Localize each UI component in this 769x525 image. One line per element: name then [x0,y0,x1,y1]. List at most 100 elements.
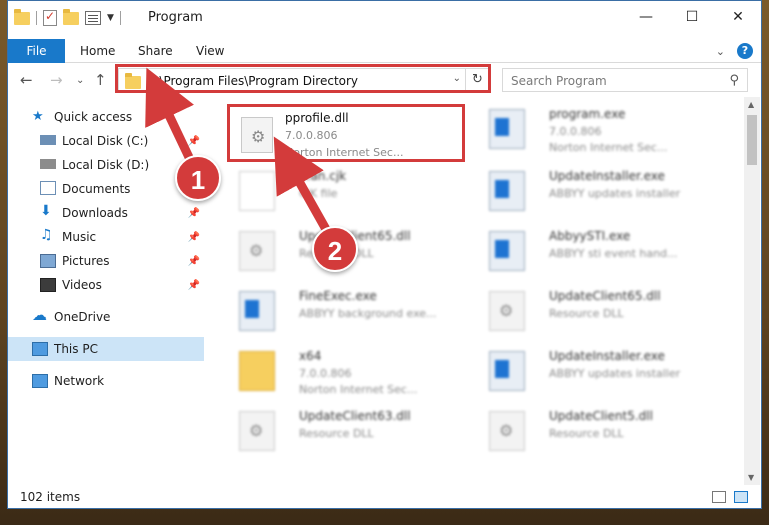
folder-icon [239,351,275,391]
tab-share[interactable]: Share [128,39,183,63]
sidebar-item-label: Local Disk (C:) [62,134,149,148]
dll-file-icon [489,411,525,451]
sidebar-item-label: Network [54,374,105,388]
sidebar-item-videos[interactable]: Videos 📌 [8,273,204,297]
forward-arrow-icon[interactable]: → [50,71,63,89]
sidebar-item-pictures[interactable]: Pictures 📌 [8,249,204,273]
tab-home[interactable]: Home [70,39,125,63]
file-name: FineExec.exe [299,289,377,303]
window-controls: — ☐ ✕ [623,1,761,33]
minimize-button[interactable]: — [623,1,669,33]
file-detail: ABBYY updates installer [549,187,681,200]
new-folder-icon[interactable] [63,8,79,25]
file-detail: Resource DLL [549,427,624,440]
sidebar-item-label: OneDrive [54,310,111,324]
file-detail: ABBYY updates installer [549,367,681,380]
help-icon[interactable]: ? [737,43,753,59]
search-input[interactable]: Search Program ⚲ [502,68,748,92]
qat-dropdown-icon[interactable]: ▼ [107,13,114,23]
documents-icon [40,181,56,195]
file-item[interactable]: UpdateInstaller.exe ABBYY updates instal… [483,345,723,395]
expand-ribbon-icon[interactable]: ⌄ [716,45,725,58]
quick-access-toolbar: ▼ [14,8,121,27]
file-item[interactable]: program.exe 7.0.0.806 Norton Internet Se… [483,103,723,154]
cloud-icon: ☁ [32,306,47,324]
file-name: x64 [299,349,322,363]
up-arrow-icon[interactable]: ↑ [94,71,107,89]
pin-icon[interactable]: 📌 [188,256,200,267]
search-icon[interactable]: ⚲ [729,73,739,88]
file-detail: Norton Internet Sec... [299,383,418,396]
scroll-thumb[interactable] [747,115,757,165]
item-count: 102 items [20,490,81,504]
file-highlight [227,104,465,162]
status-bar: 102 items [8,485,761,509]
star-icon: ★ [32,109,44,124]
file-item[interactable]: AbbyySTI.exe ABBYY sti event hand... [483,225,723,275]
file-name: UpdateInstaller.exe [549,169,665,183]
details-view-icon[interactable] [712,491,726,503]
sidebar-item-this-pc[interactable]: This PC [8,337,204,361]
pin-icon[interactable]: 📌 [188,232,200,243]
window-title: Program [148,10,203,25]
pin-icon[interactable]: 📌 [188,208,200,219]
tab-view[interactable]: View [186,39,234,63]
sidebar-item-label: Music [62,230,97,244]
pc-icon [32,342,48,356]
file-item[interactable]: UpdateClient65.dll Resource DLL [483,285,723,335]
large-icons-view-icon[interactable] [734,491,748,503]
scroll-up-icon[interactable]: ▲ [748,100,754,109]
maximize-button[interactable]: ☐ [669,1,715,33]
sidebar-item-label: This PC [54,342,98,356]
sidebar-item-quick-access[interactable]: ★ Quick access [8,105,204,129]
file-detail: Norton Internet Sec... [549,141,668,154]
file-name: AbbyySTI.exe [549,229,631,243]
address-bar-highlight [115,64,491,93]
sidebar-item-network[interactable]: Network [8,369,204,393]
sidebar-item-downloads[interactable]: ⬇ Downloads 📌 [8,201,204,225]
navigation-pane: ★ Quick access Local Disk (C:) 📌 Local D… [8,101,204,481]
recent-locations-icon[interactable]: ⌄ [76,75,84,86]
file-item[interactable]: UpdateClient63.dll Resource DLL [233,405,473,455]
dll-file-icon [239,411,275,451]
sidebar-item-label: Quick access [54,110,133,124]
title-bar: ▼ Program — ☐ ✕ [8,1,761,33]
file-icon [239,171,275,211]
step-2-badge: 2 [312,226,358,272]
file-item[interactable]: FineExec.exe ABBYY background exe... [233,285,473,335]
file-item[interactable]: x64 7.0.0.806 Norton Internet Sec... [233,345,473,396]
divider [36,11,37,25]
file-name: ...an.cjk [299,169,347,183]
back-arrow-icon[interactable]: ← [20,71,33,89]
dll-file-icon [239,231,275,271]
sidebar-item-label: Local Disk (D:) [62,158,150,172]
scroll-down-icon[interactable]: ▼ [748,473,754,482]
properties-check-icon[interactable] [43,9,57,26]
file-detail: CJK file [299,187,338,200]
exe-file-icon [489,171,525,211]
folder-icon[interactable] [14,8,30,25]
close-button[interactable]: ✕ [715,1,761,33]
exe-file-icon [489,109,525,149]
file-name: UpdateInstaller.exe [549,349,665,363]
file-item[interactable]: UpdateClient5.dll Resource DLL [483,405,723,455]
file-item[interactable]: ...an.cjk CJK file [233,165,473,215]
sidebar-item-label: Downloads [62,206,128,220]
sidebar-item-label: Videos [62,278,102,292]
pin-icon[interactable]: 📌 [188,136,200,147]
sidebar-item-onedrive[interactable]: ☁ OneDrive [8,305,204,329]
pin-icon[interactable]: 📌 [188,280,200,291]
ribbon-controls: ⌄ ? [716,43,753,59]
view-properties-icon[interactable] [85,11,101,25]
pictures-icon [40,254,56,268]
vertical-scrollbar[interactable]: ▲ ▼ [744,97,760,485]
sidebar-item-local-disk-c[interactable]: Local Disk (C:) 📌 [8,129,204,153]
search-placeholder: Search Program [511,74,607,88]
file-item[interactable]: UpdateInstaller.exe ABBYY updates instal… [483,165,723,215]
tab-file[interactable]: File [8,39,65,63]
file-name: UpdateClient65.dll [549,289,661,303]
file-detail: Resource DLL [299,427,374,440]
file-detail: ABBYY sti event hand... [549,247,678,260]
sidebar-item-music[interactable]: ♫ Music 📌 [8,225,204,249]
download-icon: ⬇ [40,203,52,219]
